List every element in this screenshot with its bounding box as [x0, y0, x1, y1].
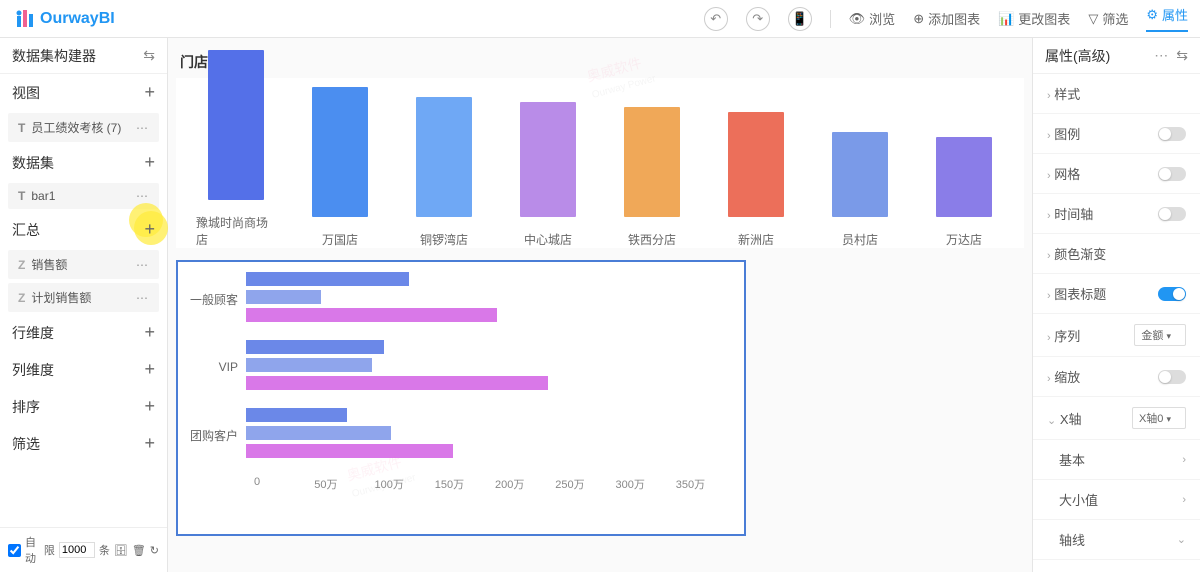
toggle-legend[interactable]: [1158, 127, 1186, 141]
properties-icon: ⚙: [1146, 7, 1158, 23]
toggle-chart-title[interactable]: [1158, 287, 1186, 301]
more-icon[interactable]: ⋯: [136, 258, 149, 272]
section-col-dim[interactable]: 列维度 +: [0, 351, 167, 388]
plus-icon[interactable]: +: [144, 82, 155, 103]
toggle-grid[interactable]: [1158, 167, 1186, 181]
db-icon[interactable]: 🗄: [114, 544, 128, 557]
xaxis-select[interactable]: X轴0 ▾: [1132, 407, 1186, 429]
change-chart-button[interactable]: 📊 更改图表: [998, 9, 1070, 28]
bar-column[interactable]: 豫城时尚商场店: [196, 50, 276, 248]
brand-name: OurwayBI: [40, 10, 115, 28]
more-icon[interactable]: ⋯: [1154, 47, 1168, 63]
bar-column[interactable]: 中心城店: [508, 102, 588, 248]
prop-gradient[interactable]: › 颜色渐变: [1033, 234, 1200, 274]
plus-icon[interactable]: +: [144, 359, 155, 380]
prop-chart-title[interactable]: › 图表标题: [1033, 274, 1200, 314]
plus-icon[interactable]: +: [144, 152, 155, 173]
prop-min-max[interactable]: 大小值›: [1033, 480, 1200, 520]
plus-icon[interactable]: +: [144, 219, 155, 240]
bar-column[interactable]: 万国店: [300, 87, 380, 248]
preview-button[interactable]: 👁 浏览: [849, 9, 896, 28]
bar-chart-icon: 📊: [998, 11, 1014, 27]
prop-series[interactable]: › 序列金额 ▾: [1033, 314, 1200, 357]
plus-circle-icon: ⊕: [913, 11, 924, 27]
section-dataset[interactable]: 数据集 +: [0, 144, 167, 181]
prop-basic[interactable]: 基本›: [1033, 440, 1200, 480]
section-summary[interactable]: 汇总 +: [0, 211, 167, 248]
plus-icon[interactable]: +: [144, 396, 155, 417]
toggle-zoom[interactable]: [1158, 370, 1186, 384]
prop-grid[interactable]: › 网格: [1033, 154, 1200, 194]
more-icon[interactable]: ⋯: [136, 121, 149, 135]
summary-item-plan-sales[interactable]: Z计划销售额 ⋯: [8, 283, 159, 312]
series-select[interactable]: 金额 ▾: [1134, 324, 1186, 346]
toggle-timeline[interactable]: [1158, 207, 1186, 221]
brand-logo: OurwayBI: [12, 7, 115, 31]
bar-column[interactable]: 万达店: [924, 137, 1004, 248]
section-filter[interactable]: 筛选 +: [0, 425, 167, 462]
bar-column[interactable]: 员村店: [820, 132, 900, 248]
undo-button[interactable]: ↶: [704, 7, 728, 31]
filter-button[interactable]: ▽ 筛选: [1088, 9, 1128, 28]
more-icon[interactable]: ⋯: [136, 291, 149, 305]
prop-legend[interactable]: › 图例: [1033, 114, 1200, 154]
plus-icon[interactable]: +: [144, 433, 155, 454]
prop-zoom[interactable]: › 缩放: [1033, 357, 1200, 397]
chart1-title: 门店销售额: [176, 46, 1024, 78]
hbar-group[interactable]: 一般顾客: [186, 272, 736, 326]
hbar-group[interactable]: VIP: [186, 340, 736, 394]
auto-checkbox[interactable]: [8, 544, 21, 557]
mobile-preview-button[interactable]: 📱: [788, 7, 812, 31]
plus-icon[interactable]: +: [144, 322, 155, 343]
prop-timeline[interactable]: › 时间轴: [1033, 194, 1200, 234]
refresh-icon[interactable]: ↻: [150, 544, 159, 557]
horizontal-bar-chart[interactable]: 一般顾客VIP团购客户 050万100万150万200万250万300万350万: [176, 260, 746, 536]
collapse-icon[interactable]: ⇆: [143, 47, 155, 64]
logo-icon: [12, 7, 36, 31]
view-item[interactable]: T员工绩效考核 (7) ⋯: [8, 113, 159, 142]
prop-style[interactable]: › 样式: [1033, 74, 1200, 114]
collapse-icon[interactable]: ⇆: [1176, 47, 1188, 63]
properties-header: 属性(高级) ⋯⇆: [1033, 38, 1200, 74]
bar-column[interactable]: 新洲店: [716, 112, 796, 248]
section-row-dim[interactable]: 行维度 +: [0, 314, 167, 351]
hbar-group[interactable]: 团购客户: [186, 408, 736, 462]
funnel-icon: ▽: [1088, 11, 1098, 27]
limit-bar: 自动 限 条 🗄 🗑 ↻: [0, 527, 167, 572]
bar-column[interactable]: 铁西分店: [612, 107, 692, 248]
redo-button[interactable]: ↷: [746, 7, 770, 31]
trash-icon[interactable]: 🗑: [132, 544, 146, 557]
vertical-bar-chart[interactable]: 豫城时尚商场店万国店铜锣湾店中心城店铁西分店新洲店员村店万达店: [176, 78, 1024, 248]
prop-x-axis[interactable]: ⌄ X轴X轴0 ▾: [1033, 397, 1200, 440]
add-chart-button[interactable]: ⊕ 添加图表: [913, 9, 980, 28]
summary-item-sales[interactable]: Z销售额 ⋯: [8, 250, 159, 279]
builder-header: 数据集构建器 ⇆: [0, 38, 167, 74]
bar-column[interactable]: 铜锣湾店: [404, 97, 484, 248]
prop-axis-line[interactable]: 轴线⌄: [1033, 520, 1200, 560]
section-view[interactable]: 视图 +: [0, 74, 167, 111]
eye-icon: 👁: [849, 11, 866, 27]
limit-input[interactable]: [59, 542, 95, 558]
properties-button[interactable]: ⚙ 属性: [1146, 5, 1188, 32]
section-sort[interactable]: 排序 +: [0, 388, 167, 425]
more-icon[interactable]: ⋯: [136, 189, 149, 203]
